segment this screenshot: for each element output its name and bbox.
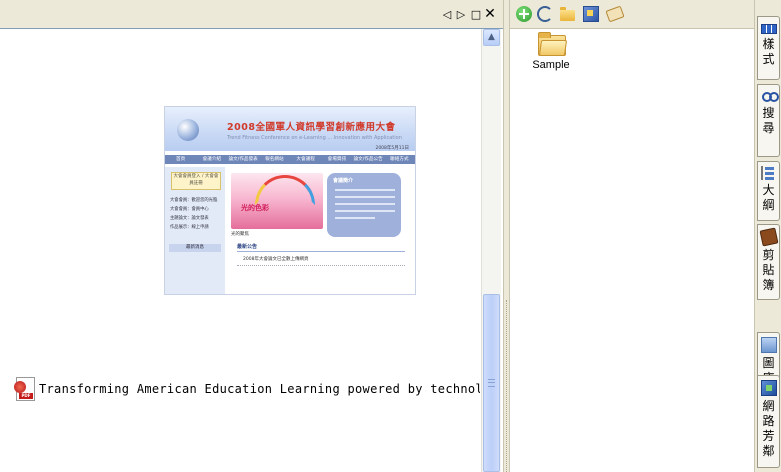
thumbnail-left-heading: 最新消息	[169, 244, 221, 252]
thumbnail-divider	[237, 265, 405, 266]
thumbnail-nav-item: 會議介紹	[202, 157, 222, 162]
view-icon[interactable]	[582, 5, 600, 23]
thumbnail-slide-caption: 光的聚焦	[231, 232, 249, 237]
thumbnail-nav-item: 大會議程	[296, 157, 315, 162]
folder-item[interactable]: Sample	[528, 32, 574, 71]
tab-label: 大綱	[762, 183, 775, 212]
maximize-icon[interactable]: □	[469, 6, 483, 22]
pdf-file-icon[interactable]: PDF	[13, 377, 35, 401]
grip-icon	[488, 379, 495, 387]
thumbnail-link: 大會會員：歡迎您的光臨	[170, 198, 218, 203]
rainbow-icon	[255, 175, 315, 205]
thumbnail-left-column: 大會會員登入 / 大會會員註冊 大會會員：歡迎您的光臨 大會會員：會員中心 主題…	[165, 167, 225, 294]
pdf-attachment[interactable]: PDF Transforming American Education Lear…	[13, 376, 480, 402]
thumbnail-info-panel: 會議簡介	[327, 173, 401, 237]
folder-icon[interactable]	[558, 5, 576, 23]
network-icon	[760, 380, 777, 396]
tag-icon[interactable]	[605, 5, 625, 23]
add-icon[interactable]	[515, 5, 533, 23]
thumbnail-nav-item: 報名網站	[265, 157, 284, 162]
scroll-up-button[interactable]: ▲	[483, 29, 500, 46]
thumbnail-nav-item: 論文/作品公告	[353, 157, 383, 162]
thumbnail-link: 大會會員：會員中心	[170, 207, 209, 212]
folder-name[interactable]: Sample	[528, 59, 574, 71]
triangle-right-icon[interactable]: ▷	[454, 6, 468, 22]
thumbnail-text-line	[335, 203, 395, 205]
splitter-grip	[506, 300, 507, 472]
tab-search[interactable]: 搜尋	[757, 84, 780, 157]
tab-style[interactable]: 樣式	[757, 16, 780, 80]
thumbnail-info-title: 會議簡介	[333, 178, 354, 184]
folder-icon[interactable]	[538, 32, 568, 56]
thumbnail-login-box: 大會會員登入 / 大會會員註冊	[171, 172, 221, 190]
thumbnail-news-item: 2008年大會論文已全數上傳網頁	[243, 257, 309, 262]
file-browser-pane: Sample	[510, 0, 754, 472]
thumbnail-nav: 首頁 會議介紹 論文/作品發表 報名網站 大會議程 會場資訊 論文/作品公告 聯…	[165, 155, 415, 164]
triangle-left-icon[interactable]: ◁	[440, 6, 454, 22]
thumbnail-link: 作品展示：線上申請	[170, 225, 209, 230]
refresh-icon[interactable]	[536, 5, 554, 23]
thumbnail-text-line	[335, 210, 395, 212]
thumbnail-news-heading: 最新公告	[237, 243, 405, 252]
document-pane: ◁ ▷ □ ✕ 2008全國軍人資訊學習創新應用大會 Trend Fitness…	[0, 0, 503, 472]
document-canvas[interactable]: 2008全國軍人資訊學習創新應用大會 Trend Fitness Confere…	[0, 29, 480, 472]
thumbnail-slide-image: 光的色彩	[231, 173, 323, 229]
close-icon[interactable]: ✕	[483, 6, 497, 22]
thumbnail-banner: 2008全國軍人資訊學習創新應用大會 Trend Fitness Confere…	[165, 107, 415, 151]
tab-clipboard[interactable]: 剪貼簿	[757, 224, 780, 300]
pane-splitter[interactable]	[503, 0, 510, 472]
globe-logo-icon	[177, 119, 199, 141]
tab-network[interactable]: 網路芳鄰	[757, 375, 780, 468]
scrollbar-thumb[interactable]	[483, 294, 500, 472]
vertical-scrollbar[interactable]: ▲	[481, 29, 501, 472]
thumbnail-link: 主題論文：論文發表	[170, 216, 209, 221]
tab-label: 搜尋	[762, 106, 775, 135]
thumbnail-nav-item: 會場資訊	[327, 157, 347, 162]
embedded-webpage-image[interactable]: 2008全國軍人資訊學習創新應用大會 Trend Fitness Confere…	[164, 106, 416, 295]
document-toolbar: ◁ ▷ □ ✕	[0, 0, 503, 29]
pdf-filename[interactable]: Transforming American Education Learning…	[39, 382, 480, 396]
tab-label: 樣式	[762, 37, 775, 66]
clipboard-icon	[759, 227, 778, 247]
thumbnail-slide-text: 光的色彩	[241, 204, 269, 212]
thumbnail-date: 2008年5月11日	[375, 146, 409, 151]
side-tab-strip: 樣式 搜尋 大綱 剪貼簿 圖庫 網路芳鄰	[754, 0, 781, 472]
outline-icon	[760, 166, 777, 180]
binoculars-icon	[761, 89, 779, 103]
thumbnail-text-line	[335, 217, 375, 219]
gallery-icon	[760, 337, 777, 353]
tab-outline[interactable]: 大綱	[757, 161, 780, 221]
style-icon	[760, 24, 777, 34]
thumbnail-nav-item: 聯絡方式	[390, 157, 409, 162]
thumbnail-subtitle: Trend Fitness Conference on e-Learning .…	[227, 135, 402, 141]
tab-label: 剪貼簿	[762, 248, 775, 292]
tab-label: 網路芳鄰	[762, 399, 775, 458]
thumbnail-nav-item: 論文/作品發表	[228, 157, 258, 162]
file-toolbar	[510, 0, 754, 29]
thumbnail-text-line	[335, 189, 395, 191]
thumbnail-text-line	[335, 196, 395, 198]
thumbnail-title: 2008全國軍人資訊學習創新應用大會	[227, 122, 396, 133]
thumbnail-nav-item: 首頁	[176, 157, 186, 162]
